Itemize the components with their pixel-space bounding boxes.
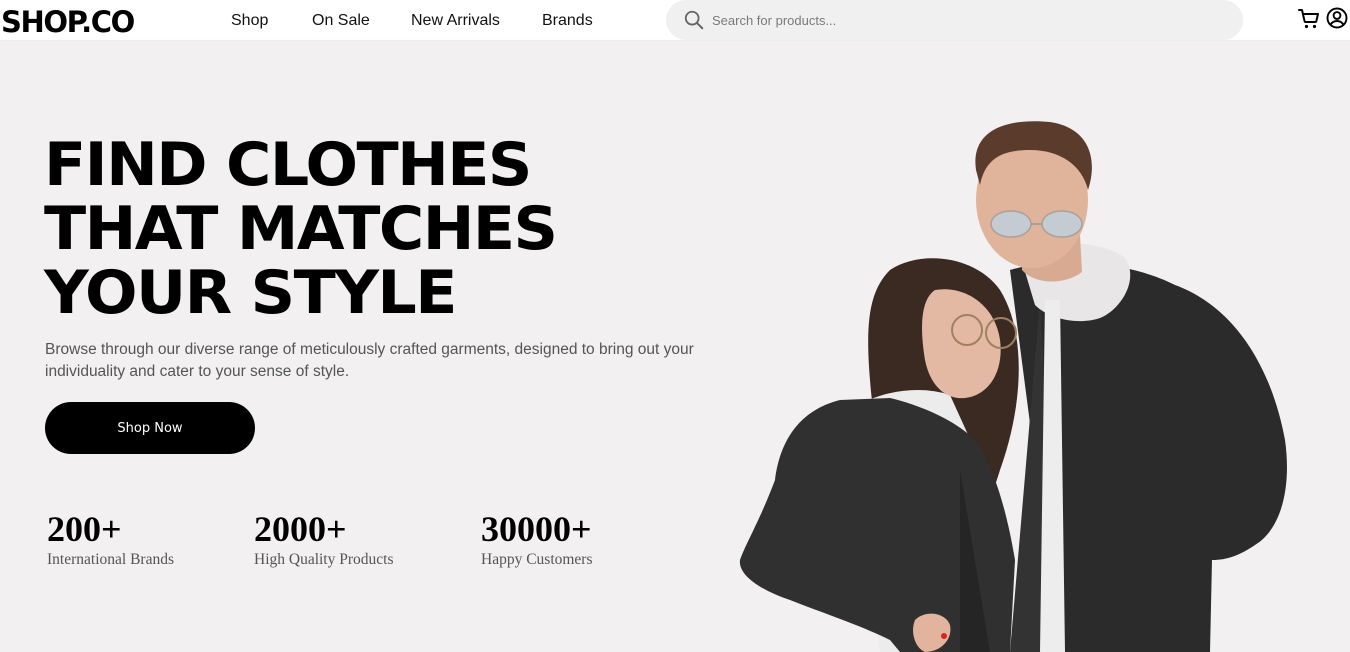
cart-icon[interactable]: [1297, 7, 1321, 31]
stat-label: High Quality Products: [254, 551, 394, 568]
search-input[interactable]: [712, 10, 1212, 30]
shop-now-button[interactable]: Shop Now: [45, 402, 255, 454]
stat-customers: 30000+ Happy Customers: [481, 508, 593, 570]
brand-logo[interactable]: SHOP.CO: [1, 4, 135, 40]
nav-shop[interactable]: Shop: [231, 11, 268, 31]
stat-value: 30000+: [481, 509, 592, 549]
hero-headline: FIND CLOTHES THAT MATCHES YOUR STYLE: [44, 130, 558, 328]
headline-line-1: FIND CLOTHES: [44, 130, 532, 200]
stat-products: 2000+ High Quality Products: [254, 508, 394, 570]
hero-description: Browse through our diverse range of meti…: [45, 341, 694, 380]
stat-label: Happy Customers: [481, 551, 593, 568]
headline-line-3: YOUR STYLE: [44, 258, 457, 328]
user-icon[interactable]: [1325, 6, 1349, 30]
top-header: SHOP.CO Shop On Sale New Arrivals Brands: [0, 0, 1350, 41]
nav-on-sale[interactable]: On Sale: [312, 11, 370, 31]
stat-brands: 200+ International Brands: [47, 508, 174, 570]
stat-label: International Brands: [47, 551, 174, 568]
nav-brands[interactable]: Brands: [542, 11, 593, 31]
stat-value: 2000+: [254, 509, 347, 549]
headline-line-2: THAT MATCHES: [44, 194, 558, 264]
stat-value: 200+: [47, 509, 122, 549]
search-icon[interactable]: [683, 9, 705, 31]
nav-new-arrivals[interactable]: New Arrivals: [411, 11, 500, 31]
hero-image: [739, 121, 1287, 652]
